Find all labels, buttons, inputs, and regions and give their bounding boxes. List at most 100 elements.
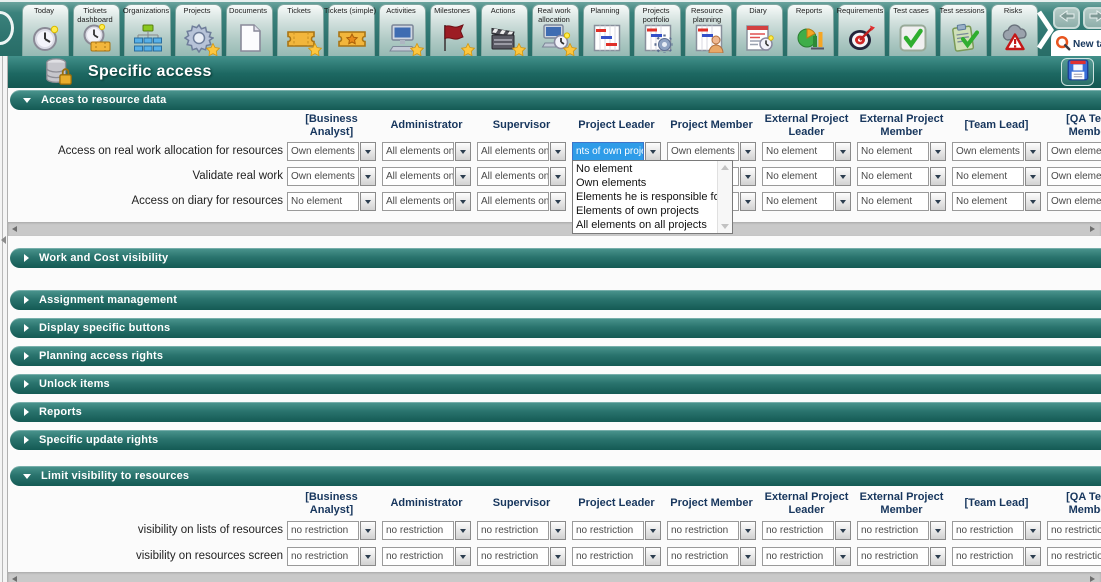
dropdown-input[interactable]: no restriction bbox=[287, 521, 359, 540]
dropdown-select[interactable]: no restriction bbox=[667, 521, 756, 540]
dropdown-arrow-button[interactable] bbox=[1025, 521, 1041, 540]
toolbar-tab-projects-portfolio[interactable]: Projects portfolio bbox=[634, 4, 681, 58]
dropdown-option[interactable]: Own elements bbox=[573, 176, 717, 190]
dropdown-select[interactable]: no restriction bbox=[857, 521, 946, 540]
dropdown-select[interactable]: All elements on all bbox=[382, 167, 471, 186]
dropdown-input[interactable]: no restriction bbox=[857, 547, 929, 566]
dropdown-arrow-button[interactable] bbox=[455, 547, 471, 566]
toolbar-tab-tickets[interactable]: Tickets bbox=[277, 4, 324, 58]
dropdown-input[interactable]: No element bbox=[287, 192, 359, 211]
dropdown-input[interactable]: All elements on all bbox=[382, 142, 454, 161]
dropdown-arrow-button[interactable] bbox=[740, 547, 756, 566]
section-header-display-specific-buttons[interactable]: Display specific buttons bbox=[10, 318, 1101, 338]
dropdown-input[interactable]: No element bbox=[762, 192, 834, 211]
dropdown-arrow-button[interactable] bbox=[550, 547, 566, 566]
dropdown-arrow-button[interactable] bbox=[740, 142, 756, 161]
dropdown-select[interactable]: no restriction bbox=[287, 521, 376, 540]
toolbar-scroll-left-button[interactable] bbox=[0, 11, 14, 45]
dropdown-select[interactable]: no restriction bbox=[667, 547, 756, 566]
scroll-right-arrow-icon[interactable] bbox=[1090, 576, 1095, 582]
dropdown-select[interactable]: All elements on all bbox=[382, 192, 471, 211]
toolbar-tab-today[interactable]: Today bbox=[22, 4, 69, 58]
toolbar-tab-organizations[interactable]: Organizations bbox=[124, 4, 171, 58]
scroll-down-button[interactable] bbox=[718, 220, 732, 233]
toolbar-tab-activities[interactable]: Activities bbox=[379, 4, 426, 58]
section-header-work-and-cost-visibility[interactable]: Work and Cost visibility bbox=[10, 248, 1101, 268]
dropdown-select[interactable]: no restriction bbox=[1047, 547, 1101, 566]
dropdown-select[interactable]: no restriction bbox=[952, 521, 1041, 540]
dropdown-input[interactable]: no restriction bbox=[1047, 547, 1101, 566]
dropdown-input[interactable]: Own elements bbox=[1047, 167, 1101, 186]
dropdown-select[interactable]: No element bbox=[952, 167, 1041, 186]
dropdown-arrow-button[interactable] bbox=[1025, 192, 1041, 211]
dropdown-arrow-button[interactable] bbox=[455, 167, 471, 186]
toolbar-tab-requirements[interactable]: Requirements bbox=[838, 4, 885, 58]
toolbar-tab-documents[interactable]: Documents bbox=[226, 4, 273, 58]
scroll-left-arrow-icon[interactable] bbox=[12, 576, 17, 582]
dropdown-select[interactable]: no restriction bbox=[762, 521, 851, 540]
dropdown-input[interactable]: All elements on all bbox=[477, 167, 549, 186]
dropdown-input[interactable]: No element bbox=[857, 167, 929, 186]
dropdown-input[interactable]: No element bbox=[762, 167, 834, 186]
dropdown-input[interactable]: Own elements bbox=[1047, 192, 1101, 211]
dropdown-select[interactable]: Own elements bbox=[1047, 142, 1101, 161]
dropdown-option[interactable]: No element bbox=[573, 162, 717, 176]
toolbar-tab-projects[interactable]: Projects bbox=[175, 4, 222, 58]
dropdown-arrow-button[interactable] bbox=[360, 167, 376, 186]
dropdown-input[interactable]: Own elements bbox=[287, 167, 359, 186]
dropdown-select[interactable]: No element bbox=[857, 192, 946, 211]
toolbar-tab-risks[interactable]: Risks bbox=[991, 4, 1038, 58]
dropdown-select[interactable]: No element bbox=[762, 167, 851, 186]
dropdown-select[interactable]: No element bbox=[287, 192, 376, 211]
dropdown-select[interactable]: All elements on all bbox=[477, 167, 566, 186]
dropdown-input[interactable]: no restriction bbox=[382, 547, 454, 566]
dropdown-arrow-button[interactable] bbox=[645, 521, 661, 540]
dropdown-select[interactable]: No element bbox=[762, 142, 851, 161]
toolbar-tab-actions[interactable]: Actions bbox=[481, 4, 528, 58]
dropdown-input[interactable]: No element bbox=[857, 192, 929, 211]
dropdown-input[interactable]: No element bbox=[952, 192, 1024, 211]
dropdown-select[interactable]: All elements on all bbox=[477, 142, 566, 161]
dropdown-select[interactable]: no restriction bbox=[762, 547, 851, 566]
toolbar-tab-tickets-simple[interactable]: Tickets (simple) bbox=[328, 4, 375, 58]
sidebar-splitter[interactable] bbox=[0, 56, 8, 582]
dropdown-arrow-button[interactable] bbox=[360, 547, 376, 566]
dropdown-select[interactable]: no restriction bbox=[477, 547, 566, 566]
dropdown-input[interactable]: no restriction bbox=[572, 521, 644, 540]
dropdown-arrow-button[interactable] bbox=[360, 521, 376, 540]
dropdown-input[interactable]: no restriction bbox=[382, 521, 454, 540]
dropdown-select[interactable]: Own elements bbox=[952, 142, 1041, 161]
toolbar-tab-test-sessions[interactable]: Test sessions bbox=[940, 4, 987, 58]
section-header-acces-to-resource-data[interactable]: Acces to resource data bbox=[10, 90, 1101, 110]
dropdown-input[interactable]: no restriction bbox=[477, 521, 549, 540]
dropdown-input[interactable]: no restriction bbox=[667, 547, 739, 566]
scroll-up-button[interactable] bbox=[718, 161, 732, 174]
dropdown-arrow-button[interactable] bbox=[930, 521, 946, 540]
dropdown-input[interactable]: no restriction bbox=[762, 521, 834, 540]
dropdown-select[interactable]: no restriction bbox=[952, 547, 1041, 566]
dropdown-select[interactable]: No element bbox=[762, 192, 851, 211]
dropdown-input[interactable]: No element bbox=[952, 167, 1024, 186]
section-header-unlock-items[interactable]: Unlock items bbox=[10, 374, 1101, 394]
toolbar-tab-resource-planning[interactable]: Resource planning bbox=[685, 4, 732, 58]
dropdown-input[interactable]: Own elements bbox=[287, 142, 359, 161]
toolbar-tab-tickets-dashboard[interactable]: Tickets dashboard bbox=[73, 4, 120, 58]
dropdown-select[interactable]: All elements on all bbox=[382, 142, 471, 161]
scroll-right-arrow-icon[interactable] bbox=[1090, 226, 1095, 232]
dropdown-arrow-button[interactable] bbox=[835, 521, 851, 540]
dropdown-option[interactable]: All elements on all projects bbox=[573, 218, 717, 232]
dropdown-input[interactable]: No element bbox=[857, 142, 929, 161]
scroll-left-arrow-icon[interactable] bbox=[12, 226, 17, 232]
dropdown-input[interactable]: no restriction bbox=[572, 547, 644, 566]
toolbar-tab-planning[interactable]: Planning bbox=[583, 4, 630, 58]
dropdown-select[interactable]: no restriction bbox=[572, 547, 661, 566]
dropdown-select[interactable]: no restriction bbox=[857, 547, 946, 566]
dropdown-arrow-button[interactable] bbox=[740, 521, 756, 540]
dropdown-select[interactable]: Own elements bbox=[1047, 167, 1101, 186]
section-header-reports[interactable]: Reports bbox=[10, 402, 1101, 422]
dropdown-input[interactable]: All elements on all bbox=[477, 192, 549, 211]
dropdown-select[interactable]: No element bbox=[857, 142, 946, 161]
dropdown-select[interactable]: no restriction bbox=[477, 521, 566, 540]
save-button[interactable] bbox=[1061, 58, 1094, 86]
dropdown-input[interactable]: All elements on all bbox=[382, 167, 454, 186]
